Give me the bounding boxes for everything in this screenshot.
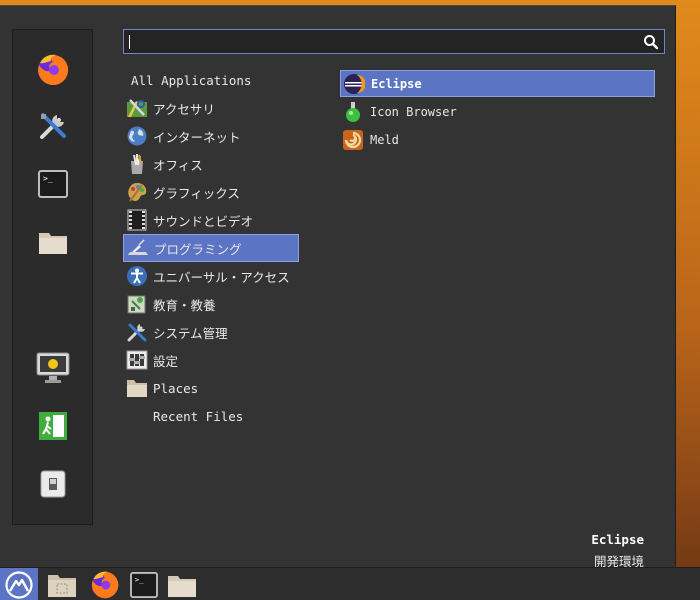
category-internet[interactable]: インターネット [123,122,299,150]
category-label: 設定 [153,353,179,369]
category-label: All Applications [131,72,252,88]
category-list: All Applications アクセサリ インターネット オフィス グラフィ… [123,66,299,430]
taskbar: >_ [0,567,700,600]
category-universal-access[interactable]: ユニバーサル・アクセス [123,262,299,290]
places-folder-icon [126,377,148,399]
sound-video-icon [126,209,148,231]
search-input[interactable] [123,29,665,54]
logout-icon [39,412,67,440]
app-icon-browser[interactable]: Icon Browser [340,98,655,125]
category-label: 教育・教養 [153,297,216,313]
text-caret [129,35,130,49]
programming-icon [127,237,149,259]
category-office[interactable]: オフィス [123,150,299,178]
lock-screen-button[interactable] [33,348,73,388]
accessories-icon [126,97,148,119]
category-label: サウンドとビデオ [153,213,254,229]
eclipse-icon [343,73,365,95]
tools-icon [40,113,66,139]
internet-icon [126,125,148,147]
category-label: Recent Files [153,408,244,424]
category-accessories[interactable]: アクセサリ [123,94,299,122]
folder-icon [39,233,67,254]
lock-screen-icon [36,352,70,383]
terminal-icon: >_ [130,571,158,598]
category-education[interactable]: 教育・教養 [123,290,299,318]
icon-browser-icon [342,101,364,123]
category-places[interactable]: Places [123,374,299,402]
application-menu: >_ All Applications アクセサリ インターネット オフィス グ… [0,5,676,569]
selected-app-name: Eclipse [591,532,644,547]
category-settings[interactable]: 設定 [123,346,299,374]
svg-text:>_: >_ [43,174,53,183]
graphics-icon [126,181,148,203]
category-graphics[interactable]: グラフィックス [123,178,299,206]
system-tools-icon [126,321,148,343]
category-label: プログラミング [154,241,242,257]
folder-icon [168,575,196,597]
app-meld[interactable]: Meld [340,126,655,153]
favorite-tools[interactable] [33,106,73,146]
favorite-firefox[interactable] [33,50,73,90]
menu-start-icon [5,570,33,599]
app-label: Meld [370,132,399,147]
settings-icon [126,349,148,371]
app-label: Icon Browser [370,104,457,119]
category-label: グラフィックス [153,185,240,201]
category-recent-files[interactable]: Recent Files [123,402,299,430]
taskbar-file-manager[interactable] [44,568,80,600]
category-label: Places [153,380,199,396]
firefox-icon [91,571,119,598]
recent-files-placeholder [126,405,148,427]
favorites-sidebar: >_ [12,29,93,525]
start-menu-button[interactable] [0,568,38,600]
category-label: アクセサリ [153,101,215,117]
accessibility-icon [126,265,148,287]
category-system-tools[interactable]: システム管理 [123,318,299,346]
category-label: インターネット [153,129,241,145]
search-icon[interactable] [643,34,659,50]
app-eclipse[interactable]: Eclipse [340,70,655,97]
category-label: ユニバーサル・アクセス [153,269,290,285]
category-all-applications[interactable]: All Applications [123,66,299,94]
category-sound-video[interactable]: サウンドとビデオ [123,206,299,234]
favorite-folder[interactable] [33,222,73,262]
category-programming[interactable]: プログラミング [123,234,299,262]
switch-user-button[interactable] [33,464,73,504]
app-label: Eclipse [371,76,422,91]
application-list: Eclipse Icon Browser Meld [340,70,655,154]
taskbar-folder[interactable] [164,568,200,600]
file-manager-icon [48,574,76,597]
terminal-icon: >_ [38,170,68,198]
taskbar-terminal[interactable]: >_ [126,568,162,600]
logout-button[interactable] [33,406,73,446]
taskbar-firefox[interactable] [87,568,123,600]
firefox-icon [38,54,69,85]
category-label: オフィス [153,157,203,173]
svg-text:>_: >_ [135,575,144,584]
favorite-terminal[interactable]: >_ [33,164,73,204]
education-icon [126,293,148,315]
switch-user-icon [40,470,66,498]
category-label: システム管理 [153,325,228,341]
meld-icon [342,129,364,151]
office-icon [126,153,148,175]
